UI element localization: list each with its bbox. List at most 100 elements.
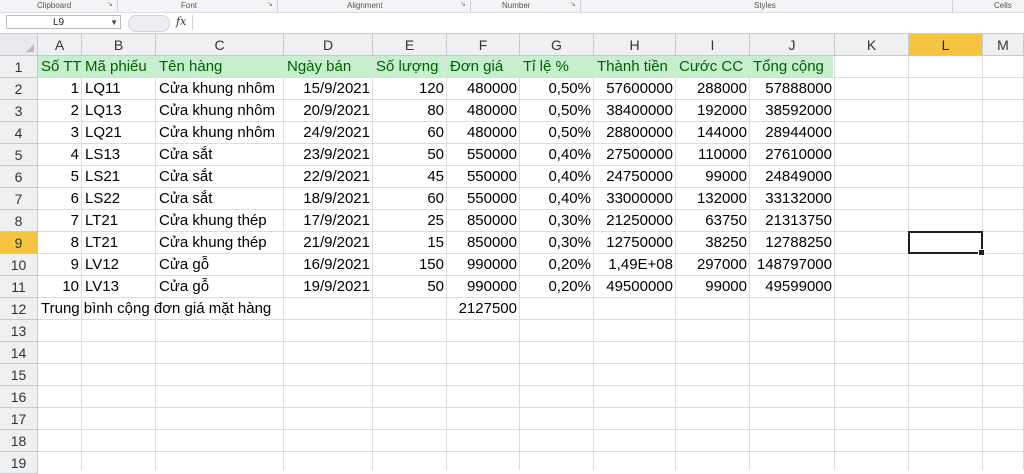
column-header-d[interactable]: D <box>284 34 373 56</box>
row-header-13[interactable]: 13 <box>0 320 38 342</box>
cell-d5[interactable]: 23/9/2021 <box>284 144 373 166</box>
cell-j4[interactable]: 28944000 <box>750 122 835 144</box>
cell-h10[interactable]: 1,49E+08 <box>594 254 676 276</box>
cell-d7[interactable]: 18/9/2021 <box>284 188 373 210</box>
cell-c10[interactable]: Cửa gỗ <box>156 254 284 276</box>
column-header-m[interactable]: M <box>983 34 1024 56</box>
cell-e8[interactable]: 25 <box>373 210 447 232</box>
cell-i11[interactable]: 99000 <box>676 276 750 298</box>
cell-h3[interactable]: 38400000 <box>594 100 676 122</box>
cell-h1[interactable]: Thành tiền <box>594 56 676 78</box>
cell-f12[interactable]: 2127500 <box>447 298 520 320</box>
cell-e6[interactable]: 45 <box>373 166 447 188</box>
row-header-12[interactable]: 12 <box>0 298 38 320</box>
cell-j5[interactable]: 27610000 <box>750 144 835 166</box>
cell-a6[interactable]: 5 <box>38 166 82 188</box>
cell-f8[interactable]: 850000 <box>447 210 520 232</box>
cell-g2[interactable]: 0,50% <box>520 78 594 100</box>
dialog-launcher-icon[interactable]: ↘ <box>267 1 273 8</box>
cell-a8[interactable]: 7 <box>38 210 82 232</box>
cell-f1[interactable]: Đơn giá <box>447 56 520 78</box>
column-header-g[interactable]: G <box>520 34 594 56</box>
cell-f9[interactable]: 850000 <box>447 232 520 254</box>
cell-c8[interactable]: Cửa khung thép <box>156 210 284 232</box>
cell-c3[interactable]: Cửa khung nhôm <box>156 100 284 122</box>
cell-b10[interactable]: LV12 <box>82 254 156 276</box>
cell-g10[interactable]: 0,20% <box>520 254 594 276</box>
row-header-14[interactable]: 14 <box>0 342 38 364</box>
column-header-j[interactable]: J <box>750 34 835 56</box>
cell-b5[interactable]: LS13 <box>82 144 156 166</box>
cell-f7[interactable]: 550000 <box>447 188 520 210</box>
dialog-launcher-icon[interactable]: ↘ <box>460 1 466 8</box>
cell-j3[interactable]: 38592000 <box>750 100 835 122</box>
row-header-4[interactable]: 4 <box>0 122 38 144</box>
cell-h5[interactable]: 27500000 <box>594 144 676 166</box>
cell-e3[interactable]: 80 <box>373 100 447 122</box>
cell-g4[interactable]: 0,50% <box>520 122 594 144</box>
cell-d10[interactable]: 16/9/2021 <box>284 254 373 276</box>
row-header-5[interactable]: 5 <box>0 144 38 166</box>
cell-d6[interactable]: 22/9/2021 <box>284 166 373 188</box>
cell-g5[interactable]: 0,40% <box>520 144 594 166</box>
cell-a1[interactable]: Số TT <box>38 56 82 78</box>
cell-h11[interactable]: 49500000 <box>594 276 676 298</box>
cell-c9[interactable]: Cửa khung thép <box>156 232 284 254</box>
cell-j10[interactable]: 148797000 <box>750 254 835 276</box>
cell-i9[interactable]: 38250 <box>676 232 750 254</box>
cell-h7[interactable]: 33000000 <box>594 188 676 210</box>
cell-j6[interactable]: 24849000 <box>750 166 835 188</box>
row-header-6[interactable]: 6 <box>0 166 38 188</box>
cell-a9[interactable]: 8 <box>38 232 82 254</box>
cell-b9[interactable]: LT21 <box>82 232 156 254</box>
cell-a12[interactable]: Trung bình cộng đơn giá mặt hàng <box>38 298 274 320</box>
cell-d11[interactable]: 19/9/2021 <box>284 276 373 298</box>
cell-e5[interactable]: 50 <box>373 144 447 166</box>
row-header-17[interactable]: 17 <box>0 408 38 430</box>
cell-i6[interactable]: 99000 <box>676 166 750 188</box>
row-header-11[interactable]: 11 <box>0 276 38 298</box>
cell-e2[interactable]: 120 <box>373 78 447 100</box>
cell-e10[interactable]: 150 <box>373 254 447 276</box>
cell-j1[interactable]: Tổng cộng <box>750 56 835 78</box>
cell-c11[interactable]: Cửa gỗ <box>156 276 284 298</box>
cell-area[interactable]: Số TT Mã phiếu Tên hàng Ngày bán Số lượng Đơn… <box>38 56 1024 470</box>
cell-b4[interactable]: LQ21 <box>82 122 156 144</box>
cell-a5[interactable]: 4 <box>38 144 82 166</box>
cell-a10[interactable]: 9 <box>38 254 82 276</box>
cell-d3[interactable]: 20/9/2021 <box>284 100 373 122</box>
cell-f3[interactable]: 480000 <box>447 100 520 122</box>
cell-d8[interactable]: 17/9/2021 <box>284 210 373 232</box>
chevron-down-icon[interactable]: ▼ <box>110 16 118 30</box>
cell-d4[interactable]: 24/9/2021 <box>284 122 373 144</box>
cell-f5[interactable]: 550000 <box>447 144 520 166</box>
cell-c7[interactable]: Cửa sắt <box>156 188 284 210</box>
row-header-10[interactable]: 10 <box>0 254 38 276</box>
row-header-8[interactable]: 8 <box>0 210 38 232</box>
cell-j11[interactable]: 49599000 <box>750 276 835 298</box>
column-header-a[interactable]: A <box>38 34 82 56</box>
column-header-b[interactable]: B <box>82 34 156 56</box>
row-header-1[interactable]: 1 <box>0 56 38 78</box>
cell-f10[interactable]: 990000 <box>447 254 520 276</box>
cell-f11[interactable]: 990000 <box>447 276 520 298</box>
cell-f2[interactable]: 480000 <box>447 78 520 100</box>
column-header-f[interactable]: F <box>447 34 520 56</box>
cell-i4[interactable]: 144000 <box>676 122 750 144</box>
cell-b11[interactable]: LV13 <box>82 276 156 298</box>
cell-b6[interactable]: LS21 <box>82 166 156 188</box>
cell-h2[interactable]: 57600000 <box>594 78 676 100</box>
cell-j9[interactable]: 12788250 <box>750 232 835 254</box>
cell-g9[interactable]: 0,30% <box>520 232 594 254</box>
cell-i3[interactable]: 192000 <box>676 100 750 122</box>
cell-a7[interactable]: 6 <box>38 188 82 210</box>
row-header-3[interactable]: 3 <box>0 100 38 122</box>
column-header-c[interactable]: C <box>156 34 284 56</box>
column-header-l[interactable]: L <box>909 34 983 56</box>
column-header-i[interactable]: I <box>676 34 750 56</box>
formula-input[interactable] <box>192 15 1024 30</box>
column-header-h[interactable]: H <box>594 34 676 56</box>
cell-f6[interactable]: 550000 <box>447 166 520 188</box>
cell-i2[interactable]: 288000 <box>676 78 750 100</box>
cell-j2[interactable]: 57888000 <box>750 78 835 100</box>
